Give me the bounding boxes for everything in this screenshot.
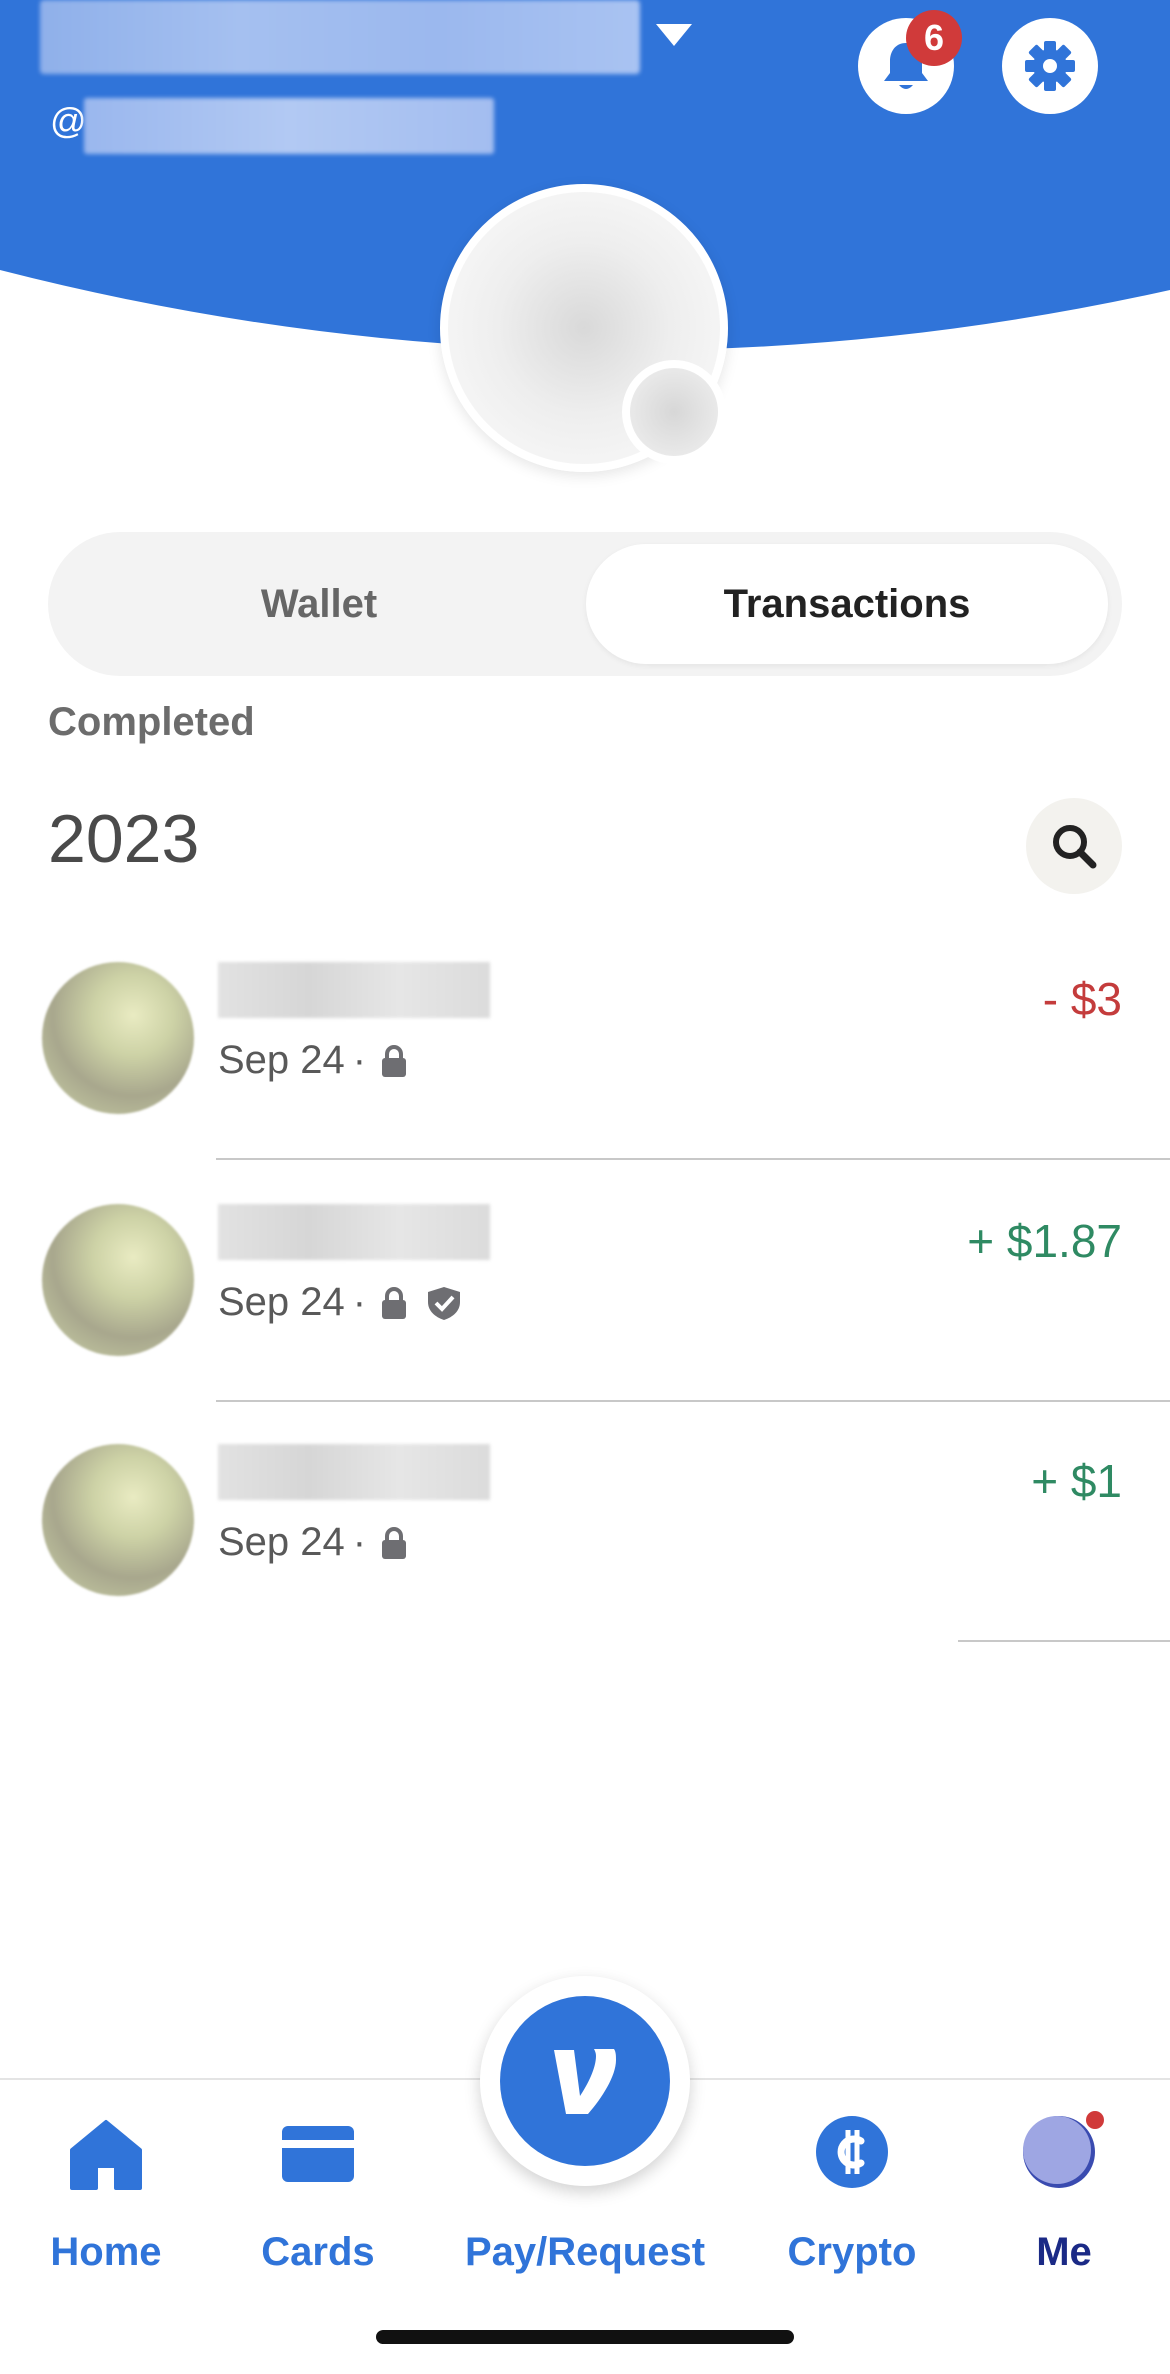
transaction-avatar	[42, 1204, 194, 1356]
transaction-date: Sep 24	[218, 1038, 345, 1082]
transaction-meta: Sep 24 ·	[218, 1520, 408, 1565]
transaction-name-redacted	[218, 1204, 490, 1260]
home-indicator	[376, 2330, 794, 2344]
card-icon	[282, 2126, 354, 2182]
avatar-icon	[1023, 2108, 1107, 2188]
year-heading: 2023	[48, 801, 200, 877]
pay-request-button[interactable]	[500, 1996, 670, 2166]
account-name-redacted[interactable]	[40, 0, 640, 74]
search-button[interactable]	[1026, 798, 1122, 894]
nav-label: Crypto	[787, 2230, 917, 2274]
nav-label: Home	[50, 2230, 162, 2274]
username-prefix: @	[50, 100, 87, 141]
transaction-avatar	[42, 1444, 194, 1596]
row-divider	[216, 1400, 1170, 1402]
transaction-amount: + $1	[1031, 1455, 1122, 1507]
profile-screen: @ 6 Wallet Transactions Completed 2023 S…	[0, 0, 1170, 2374]
nav-label: Pay/Request	[464, 2230, 706, 2274]
lock-icon	[382, 1044, 407, 1077]
transaction-avatar	[42, 962, 194, 1114]
gear-icon	[1025, 41, 1075, 91]
meta-separator: ·	[352, 1280, 367, 1324]
crypto-icon	[816, 2116, 888, 2188]
meta-separator: ·	[352, 1520, 367, 1564]
wallet-transactions-toggle: Wallet Transactions	[48, 532, 1122, 676]
tab-wallet[interactable]: Wallet	[60, 544, 578, 664]
transaction-meta: Sep 24 ·	[218, 1038, 408, 1083]
meta-separator: ·	[352, 1038, 367, 1082]
nav-cards[interactable]: Cards	[212, 2080, 424, 2300]
avatar-edit-badge[interactable]	[622, 360, 726, 464]
search-icon	[1053, 825, 1097, 869]
transaction-amount: - $3	[1042, 973, 1122, 1025]
transaction-meta: Sep 24 ·	[218, 1280, 464, 1325]
transaction-amount: + $1.87	[967, 1215, 1122, 1267]
home-icon	[70, 2120, 142, 2190]
nav-home[interactable]: Home	[0, 2080, 212, 2300]
transaction-name-redacted	[218, 1444, 490, 1500]
nav-me[interactable]: Me	[958, 2080, 1170, 2300]
settings-button[interactable]	[1002, 18, 1098, 114]
transaction-date: Sep 24	[218, 1280, 345, 1324]
notification-count-badge: 6	[906, 10, 962, 66]
transaction-row[interactable]: Sep 24 · - $3	[0, 962, 1170, 1202]
transaction-row[interactable]: Sep 24 · + $1	[0, 1444, 1170, 1684]
section-label: Completed	[48, 700, 255, 744]
lock-icon	[382, 1286, 407, 1319]
row-divider	[958, 1640, 1170, 1642]
transaction-name-redacted	[218, 962, 490, 1018]
transaction-date: Sep 24	[218, 1520, 345, 1564]
nav-crypto[interactable]: Crypto	[746, 2080, 958, 2300]
shield-check-icon	[428, 1286, 461, 1320]
transaction-row[interactable]: Sep 24 · + $1.87	[0, 1204, 1170, 1444]
tab-transactions[interactable]: Transactions	[586, 544, 1108, 664]
nav-label: Cards	[261, 2230, 375, 2274]
nav-label: Me	[1036, 2230, 1092, 2274]
lock-icon	[382, 1526, 407, 1559]
username-redacted	[84, 98, 494, 154]
venmo-v-icon	[554, 2049, 616, 2114]
row-divider	[216, 1158, 1170, 1160]
caret-down-icon[interactable]	[654, 20, 694, 50]
